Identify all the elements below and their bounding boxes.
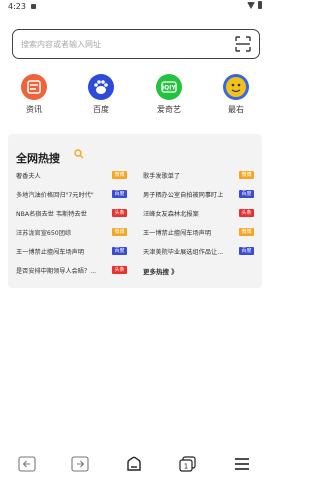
tag-badge: 微博 [112,228,127,236]
forward-icon[interactable] [71,456,89,472]
quick-link-iqiyi[interactable]: iQIY 爱奇艺 [149,74,189,120]
quick-link-zuiyou[interactable]: 最右 [216,74,256,120]
tag-badge: 微博 [239,228,254,236]
search-icon [74,149,84,159]
hot-item[interactable]: 汪峰女友森林北报案 [143,209,199,218]
status-bar: 4:23 [0,0,270,14]
quick-link-label: 资讯 [26,105,42,114]
quick-link-label: 爱奇艺 [157,105,181,114]
hot-item[interactable]: 男子栖办公室自拍被同事盯上 [143,190,223,199]
more-hot-link[interactable]: 更多热搜 》 [143,266,178,276]
notification-icon [31,4,36,9]
tag-badge: 百度 [112,247,127,255]
tag-badge: 百度 [239,247,254,255]
back-icon[interactable] [18,456,36,472]
battery-icon [258,1,262,9]
home-icon[interactable] [125,456,143,472]
quick-link-baidu[interactable]: 百度 [81,74,121,120]
tag-badge: 百度 [112,190,127,198]
hot-item[interactable]: 奢香夫人 [16,171,41,180]
zuiyou-icon [223,74,249,100]
tag-badge: 头条 [112,266,127,274]
iqiyi-icon: iQIY [156,74,182,100]
hot-item[interactable]: 多地汽油价格回归"7元时代" [16,190,94,199]
quick-link-label: 百度 [93,105,109,114]
hot-item[interactable]: 汪苏泷官宣650团综 [16,228,71,237]
search-input[interactable] [21,37,221,51]
hot-search-panel: 全网热搜 奢香夫人 微博 多地汽油价格回归"7元时代" 百度 NBA名宿去世 韦… [8,134,262,288]
tabs-icon[interactable]: 1 [179,456,197,472]
status-time: 4:23 [8,2,26,11]
baidu-paw-icon [88,74,114,100]
wifi-icon [247,1,255,9]
scan-icon[interactable] [235,36,251,52]
hot-item[interactable]: 是否安排中期领导人会晤？... [16,266,96,275]
hot-item[interactable]: 王一博禁止擅闯车场声明 [143,228,211,237]
svg-text:1: 1 [184,463,188,471]
news-icon [21,74,47,100]
svg-text:iQIY: iQIY [162,85,176,92]
hot-item[interactable]: NBA名宿去世 韦斯特去世 [16,209,87,218]
tag-badge: 头条 [112,209,127,217]
quick-link-news[interactable]: 资讯 [14,74,54,120]
tag-badge: 头条 [239,209,254,217]
tag-badge: 微博 [239,171,254,179]
search-box[interactable] [12,29,260,59]
hot-item[interactable]: 歌手发歌单了 [143,171,180,180]
menu-icon[interactable] [233,456,251,472]
hot-item[interactable]: 天津美院毕业展选组作品让... [143,247,223,256]
bottom-nav-bar: 1 [0,450,270,476]
hot-search-title: 全网热搜 [16,152,60,165]
tag-badge: 百度 [239,190,254,198]
status-indicators [247,1,262,9]
quick-link-label: 最右 [228,105,244,114]
tag-badge: 微博 [112,171,127,179]
hot-item[interactable]: 王一博禁止擅闯车场声明 [16,247,84,256]
